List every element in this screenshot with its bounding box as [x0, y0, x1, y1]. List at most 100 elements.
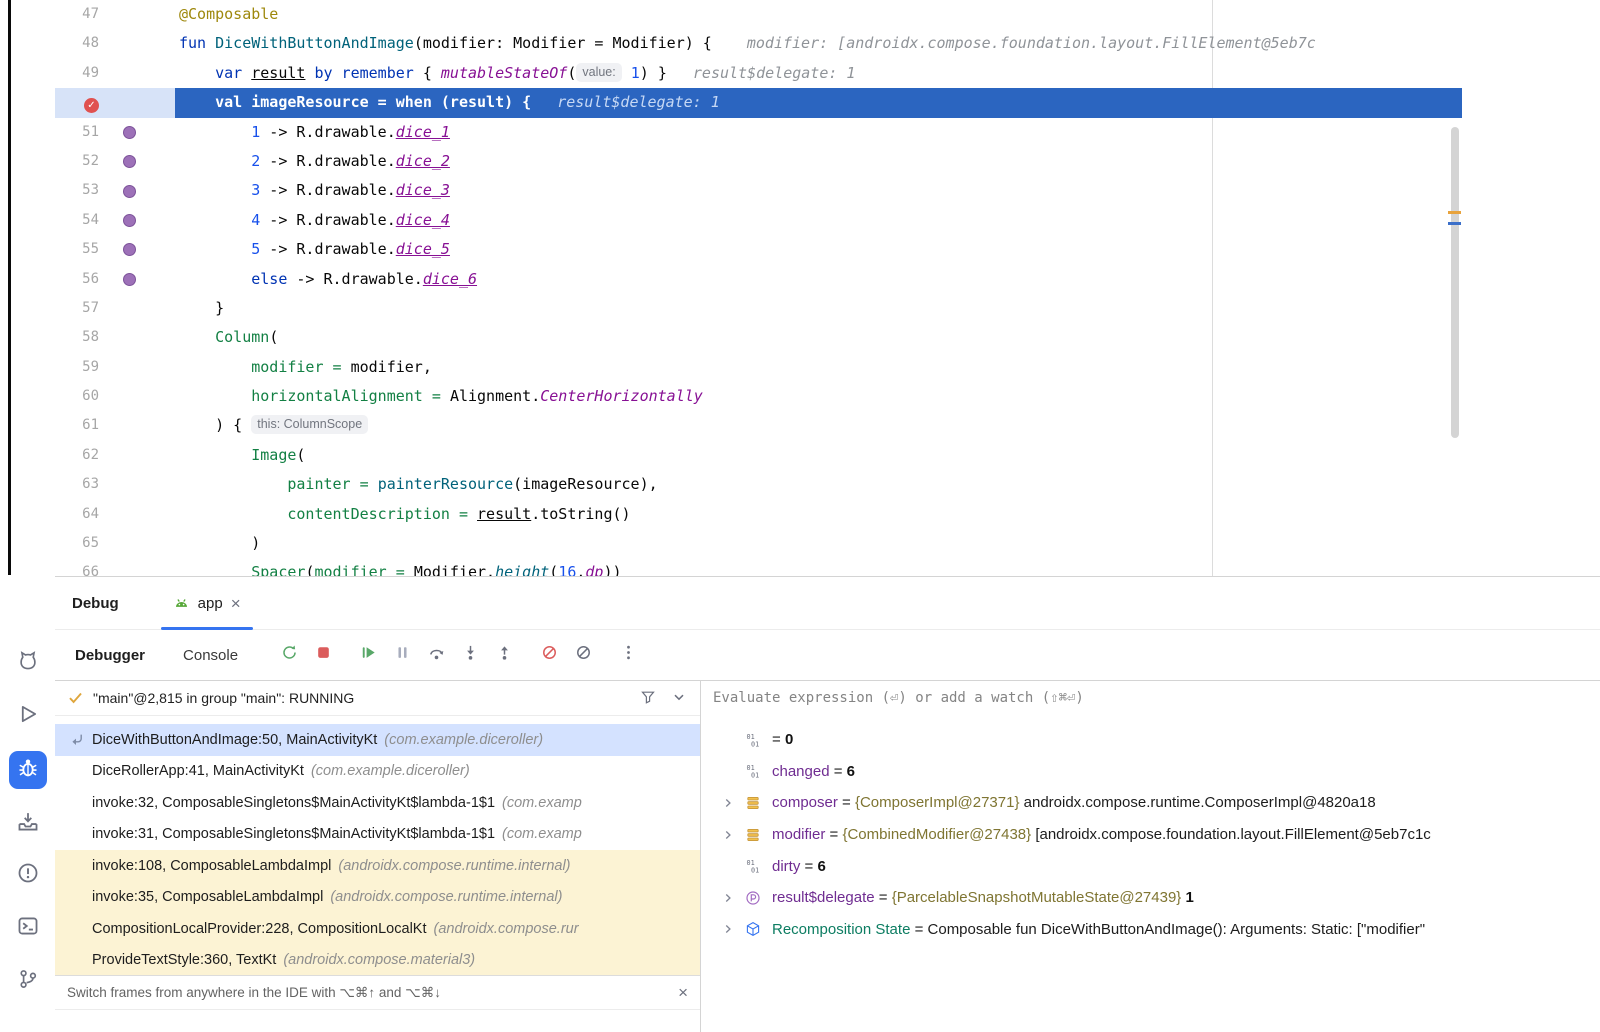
- debug-tool-button[interactable]: [9, 751, 47, 789]
- line-number[interactable]: 59: [55, 353, 99, 382]
- line-number[interactable]: 53: [55, 176, 99, 205]
- tab-console[interactable]: Console: [183, 647, 238, 664]
- chevron-down-icon[interactable]: [671, 689, 688, 706]
- compose-gutter-icon[interactable]: [123, 126, 136, 139]
- step-over-button[interactable]: [421, 641, 451, 669]
- variable-row[interactable]: composer = {ComposerImpl@27371} androidx…: [701, 787, 1600, 819]
- step-out-button[interactable]: [489, 641, 519, 669]
- line-number[interactable]: 57: [55, 294, 99, 323]
- compose-gutter-icon[interactable]: [123, 155, 136, 168]
- line-number[interactable]: 54: [55, 206, 99, 235]
- compose-gutter-icon[interactable]: [123, 185, 136, 198]
- line-number[interactable]: 58: [55, 323, 99, 352]
- variable-row[interactable]: modifier = {CombinedModifier@27438} [and…: [701, 819, 1600, 851]
- logcat-tool-button[interactable]: [9, 644, 47, 682]
- stack-frame-row[interactable]: DiceRollerApp:41, MainActivityKt (com.ex…: [55, 756, 700, 788]
- debug-header: Debug app ×: [55, 577, 1600, 630]
- line-number[interactable]: 52: [55, 147, 99, 176]
- stack-frame-row[interactable]: DiceWithButtonAndImage:50, MainActivityK…: [55, 724, 700, 756]
- version-control-tool-button[interactable]: [9, 962, 47, 1000]
- run-tool-button[interactable]: [9, 697, 47, 735]
- expand-chevron-icon[interactable]: [721, 827, 745, 843]
- mute-breakpoints-button[interactable]: [534, 641, 564, 669]
- stack-frame-row[interactable]: invoke:31, ComposableSingletons$MainActi…: [55, 819, 700, 851]
- collapsed-panel-divider[interactable]: [8, 0, 11, 575]
- pause-button[interactable]: [387, 641, 417, 669]
- compose-gutter-icon[interactable]: [123, 243, 136, 256]
- code-line[interactable]: 66 Spacer(modifier = Modifier.height(16.…: [55, 558, 1462, 576]
- problems-tool-button[interactable]: [9, 856, 47, 894]
- code-line[interactable]: 59 modifier = modifier,: [55, 353, 1462, 382]
- line-number[interactable]: 61: [55, 411, 99, 440]
- code-line[interactable]: 61 ) { this: ColumnScope: [55, 411, 1462, 440]
- close-icon[interactable]: ×: [678, 984, 688, 1001]
- gutter: 53: [55, 176, 175, 205]
- code-line[interactable]: 49 var result by remember { mutableState…: [55, 59, 1462, 88]
- line-number[interactable]: 51: [55, 118, 99, 147]
- line-number[interactable]: 48: [55, 29, 99, 58]
- line-number[interactable]: 60: [55, 382, 99, 411]
- line-number[interactable]: 47: [55, 0, 99, 29]
- compose-gutter-icon[interactable]: [123, 273, 136, 286]
- code-token: [622, 64, 631, 82]
- evaluate-expression-input[interactable]: Evaluate expression (⏎) or add a watch (…: [701, 680, 1600, 715]
- terminal-tool-button[interactable]: [9, 909, 47, 947]
- primitive-type-icon: 0101: [745, 763, 765, 779]
- code-line[interactable]: 48fun DiceWithButtonAndImage(modifier: M…: [55, 29, 1462, 58]
- code-line[interactable]: 65 ): [55, 529, 1462, 558]
- code-line[interactable]: 52 2 -> R.drawable.dice_2: [55, 147, 1462, 176]
- expand-chevron-icon[interactable]: [721, 890, 745, 906]
- line-number[interactable]: 55: [55, 235, 99, 264]
- variable-row[interactable]: Recomposition State = Composable fun Dic…: [701, 914, 1600, 946]
- stack-frame-row[interactable]: invoke:108, ComposableLambdaImpl (androi…: [55, 850, 700, 882]
- stack-frame-row[interactable]: CompositionLocalProvider:228, Compositio…: [55, 913, 700, 945]
- stack-frame-row[interactable]: invoke:32, ComposableSingletons$MainActi…: [55, 787, 700, 819]
- code-line[interactable]: 63 painter = painterResource(imageResour…: [55, 470, 1462, 499]
- code-line[interactable]: 62 Image(: [55, 441, 1462, 470]
- code-line[interactable]: 56 else -> R.drawable.dice_6: [55, 265, 1462, 294]
- variable-row[interactable]: 0101= 0: [701, 724, 1600, 756]
- line-number[interactable]: 66: [55, 558, 99, 576]
- code-line[interactable]: 53 3 -> R.drawable.dice_3: [55, 176, 1462, 205]
- tab-debugger[interactable]: Debugger: [75, 647, 145, 664]
- code-editor[interactable]: 47@Composable48fun DiceWithButtonAndImag…: [55, 0, 1462, 576]
- line-number[interactable]: 65: [55, 529, 99, 558]
- code-line[interactable]: 54 4 -> R.drawable.dice_4: [55, 206, 1462, 235]
- variable-row[interactable]: result$delegate = {ParcelableSnapshotMut…: [701, 882, 1600, 914]
- expand-chevron-icon[interactable]: [721, 795, 745, 811]
- resume-button[interactable]: [353, 641, 383, 669]
- app-inspection-tool-button[interactable]: [9, 805, 47, 843]
- code-line[interactable]: 57 }: [55, 294, 1462, 323]
- rerun-button[interactable]: [274, 641, 304, 669]
- code-line[interactable]: 58 Column(: [55, 323, 1462, 352]
- code-line[interactable]: 47@Composable: [55, 0, 1462, 29]
- code-line[interactable]: ✓ val imageResource = when (result) {res…: [55, 88, 1462, 117]
- more-button[interactable]: [613, 641, 643, 669]
- stack-frame-row[interactable]: invoke:35, ComposableLambdaImpl (android…: [55, 882, 700, 914]
- expand-chevron-icon[interactable]: [721, 921, 745, 937]
- line-number[interactable]: 56: [55, 265, 99, 294]
- compose-gutter-icon[interactable]: [123, 214, 136, 227]
- editor-scrollbar-thumb[interactable]: [1451, 127, 1459, 438]
- filter-icon[interactable]: [640, 689, 657, 706]
- variable-row[interactable]: 0101dirty = 6: [701, 850, 1600, 882]
- stop-button[interactable]: [308, 641, 338, 669]
- code-line[interactable]: 60 horizontalAlignment = Alignment.Cente…: [55, 382, 1462, 411]
- step-into-button[interactable]: [455, 641, 485, 669]
- view-breakpoints-button[interactable]: [568, 641, 598, 669]
- stack-frame-row[interactable]: ProvideTextStyle:360, TextKt (androidx.c…: [55, 945, 700, 977]
- code-line[interactable]: 55 5 -> R.drawable.dice_5: [55, 235, 1462, 264]
- breakpoint-icon[interactable]: ✓: [84, 98, 99, 113]
- close-icon[interactable]: ×: [231, 595, 241, 612]
- run-tab-app[interactable]: app ×: [161, 577, 253, 629]
- variable-row[interactable]: 0101changed = 6: [701, 756, 1600, 788]
- code-line[interactable]: 51 1 -> R.drawable.dice_1: [55, 118, 1462, 147]
- line-number[interactable]: 62: [55, 441, 99, 470]
- line-number[interactable]: ✓: [55, 88, 99, 117]
- code-line[interactable]: 64 contentDescription = result.toString(…: [55, 500, 1462, 529]
- line-number[interactable]: 64: [55, 500, 99, 529]
- line-number[interactable]: 49: [55, 59, 99, 88]
- thread-status-row[interactable]: "main"@2,815 in group "main": RUNNING: [55, 680, 700, 716]
- gutter: 60: [55, 382, 175, 411]
- line-number[interactable]: 63: [55, 470, 99, 499]
